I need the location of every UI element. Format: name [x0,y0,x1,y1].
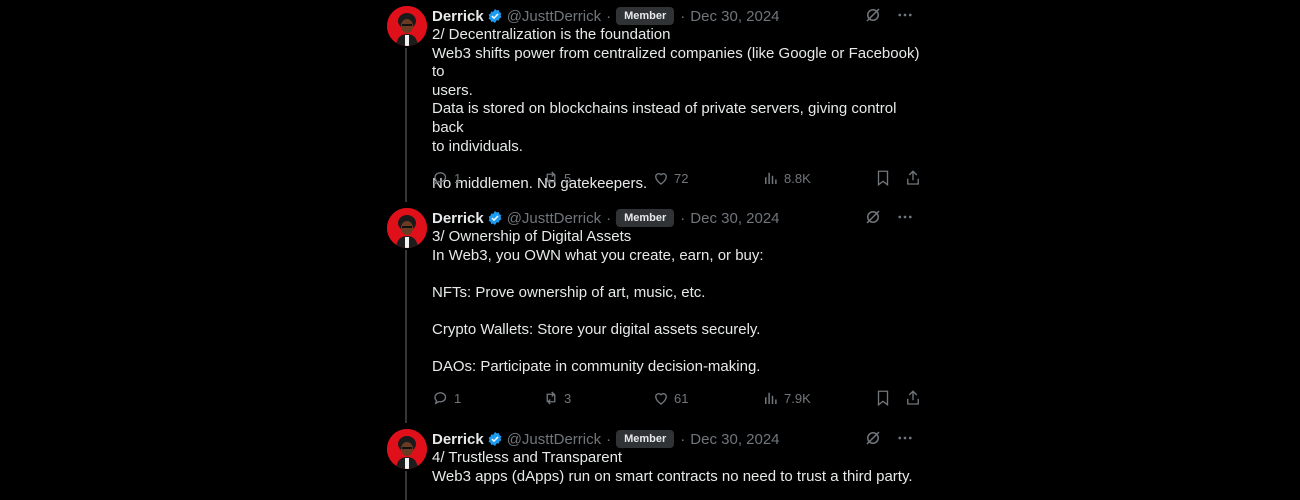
thread-connector-line [405,250,407,423]
tweet-header: Derrick @JusttDerrick · Member · Dec 30,… [432,208,926,228]
reply-icon [434,392,447,405]
verified-badge-icon [488,9,502,23]
reply-count: 1 [454,170,462,186]
share-icon[interactable] [904,169,922,187]
views-button[interactable]: 7.9K [762,389,811,407]
tweet-line: NFTs: Prove ownership of art, music, etc… [432,283,706,301]
reply-count: 1 [454,390,462,406]
tweet-actions-right [874,388,922,408]
grok-icon[interactable] [864,6,882,24]
tweet-date[interactable]: Dec 30, 2024 [690,8,779,25]
views-button[interactable]: 8.8K [762,169,811,187]
bookmark-icon[interactable] [874,169,892,187]
member-badge: Member [616,430,675,448]
bookmark-icon[interactable] [874,389,892,407]
like-count: 61 [674,390,689,406]
tweet-line: 3/ Ownership of Digital Assets [432,228,632,245]
thread-connector-line [405,48,407,202]
tweet-line: 2/ Decentralization is the foundation [432,26,671,43]
separator-dot: · [606,7,612,25]
like-count: 72 [674,170,689,186]
tweet-line [432,302,922,321]
tweet-line: Web3 shifts power from centralized compa… [432,44,920,81]
tweet-line: 4/ Trustless and Transparent [432,449,623,466]
like-button[interactable]: 72 [652,169,762,187]
header-icons [864,208,914,226]
separator-dot: · [680,7,686,25]
verified-badge-icon [488,432,502,446]
header-icons [864,429,914,447]
header-icons [864,6,914,24]
tweet-line: Crypto Wallets: Store your digital asset… [432,320,761,338]
separator-dot: · [680,209,686,227]
avatar[interactable] [387,208,427,248]
separator-dot: · [606,209,612,227]
like-button[interactable]: 61 [652,389,762,407]
repost-icon [546,391,556,405]
author-name[interactable]: Derrick [432,210,484,227]
heart-icon [655,173,667,185]
repost-button[interactable]: 5 [542,169,652,187]
tweet-header: Derrick @JusttDerrick · Member · Dec 30,… [432,6,926,26]
more-options-icon[interactable] [896,6,914,24]
tweet-date[interactable]: Dec 30, 2024 [690,210,779,227]
avatar[interactable] [387,429,427,469]
author-handle[interactable]: @JusttDerrick [507,8,601,25]
tweet[interactable]: Derrick @JusttDerrick · Member · Dec 30,… [374,202,926,423]
view-count: 7.9K [784,390,811,406]
tweet-text: 4/ Trustless and Transparent Web3 apps (… [432,449,922,486]
grok-icon[interactable] [864,429,882,447]
grok-icon[interactable] [864,208,882,226]
repost-icon [546,171,556,185]
author-handle[interactable]: @JusttDerrick [507,431,601,448]
author-name[interactable]: Derrick [432,8,484,25]
more-options-icon[interactable] [896,208,914,226]
tweet-actions: 1 3 61 7.9K [432,388,922,408]
verified-badge-icon [488,211,502,225]
reply-button[interactable]: 1 [432,169,542,187]
tweet[interactable]: Derrick @JusttDerrick · Member · Dec 30,… [374,0,926,202]
more-options-icon[interactable] [896,429,914,447]
tweet-line: In Web3, you OWN what you create, earn, … [432,246,764,264]
repost-button[interactable]: 3 [542,389,652,407]
view-count: 8.8K [784,170,811,186]
heart-icon [655,393,667,405]
member-badge: Member [616,209,675,227]
repost-count: 3 [564,390,572,406]
tweet[interactable]: Derrick @JusttDerrick · Member · Dec 30,… [374,423,926,500]
repost-count: 5 [564,170,572,186]
tweet-line: Data is stored on blockchains instead of… [432,100,897,136]
thread-column: Derrick @JusttDerrick · Member · Dec 30,… [374,0,926,500]
tweet-actions-right [874,168,922,188]
avatar-illustration-icon [387,208,427,248]
avatar-illustration-icon [387,429,427,469]
author-handle[interactable]: @JusttDerrick [507,210,601,227]
tweet-line [432,265,922,284]
avatar[interactable] [387,6,427,46]
tweet-text: 3/ Ownership of Digital Assets In Web3, … [432,228,922,377]
avatar-illustration-icon [387,6,427,46]
thread-connector-line [405,471,407,500]
separator-dot: · [606,430,612,448]
tweet-line: DAOs: Participate in community decision-… [432,358,761,376]
tweet-line: to individuals. [432,137,523,155]
tweet-line: users. [432,81,473,99]
tweet-line: Web3 apps (dApps) run on smart contracts… [432,467,913,485]
author-name[interactable]: Derrick [432,431,484,448]
tweet-header: Derrick @JusttDerrick · Member · Dec 30,… [432,429,926,449]
separator-dot: · [680,430,686,448]
tweet-date[interactable]: Dec 30, 2024 [690,431,779,448]
analytics-icon [765,172,777,184]
tweet-actions: 1 5 72 8.8K [432,168,922,188]
share-icon[interactable] [904,389,922,407]
reply-button[interactable]: 1 [432,389,542,407]
analytics-icon [765,392,777,404]
tweet-line [432,340,922,359]
reply-icon [434,172,447,185]
member-badge: Member [616,7,675,25]
